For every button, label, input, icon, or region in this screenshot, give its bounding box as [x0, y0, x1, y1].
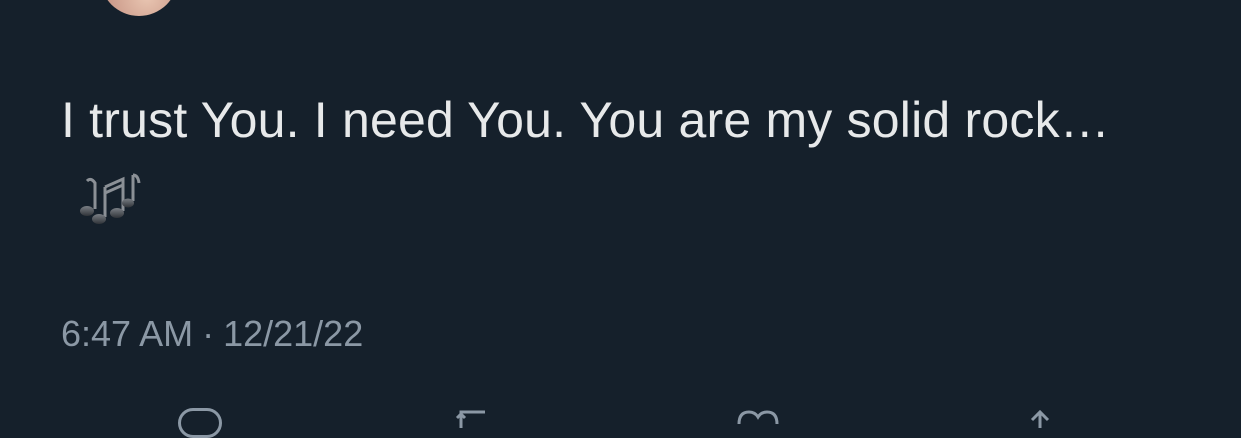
- musical-notes-icon: [75, 170, 141, 224]
- tweet-date: 12/21/22: [223, 313, 364, 354]
- tweet-actions: [0, 396, 1241, 438]
- avatar[interactable]: [100, 0, 178, 16]
- timestamp-separator: ·: [202, 313, 215, 354]
- retweet-icon[interactable]: [455, 408, 505, 432]
- tweet-text: I trust You. I need You. You are my soli…: [61, 92, 1110, 148]
- like-icon[interactable]: [733, 408, 783, 432]
- tweet-time: 6:47 AM: [61, 313, 194, 354]
- share-icon[interactable]: [1020, 408, 1060, 432]
- tweet-timestamp[interactable]: 6:47 AM · 12/21/22: [61, 312, 363, 356]
- tweet-body: I trust You. I need You. You are my soli…: [61, 80, 1181, 240]
